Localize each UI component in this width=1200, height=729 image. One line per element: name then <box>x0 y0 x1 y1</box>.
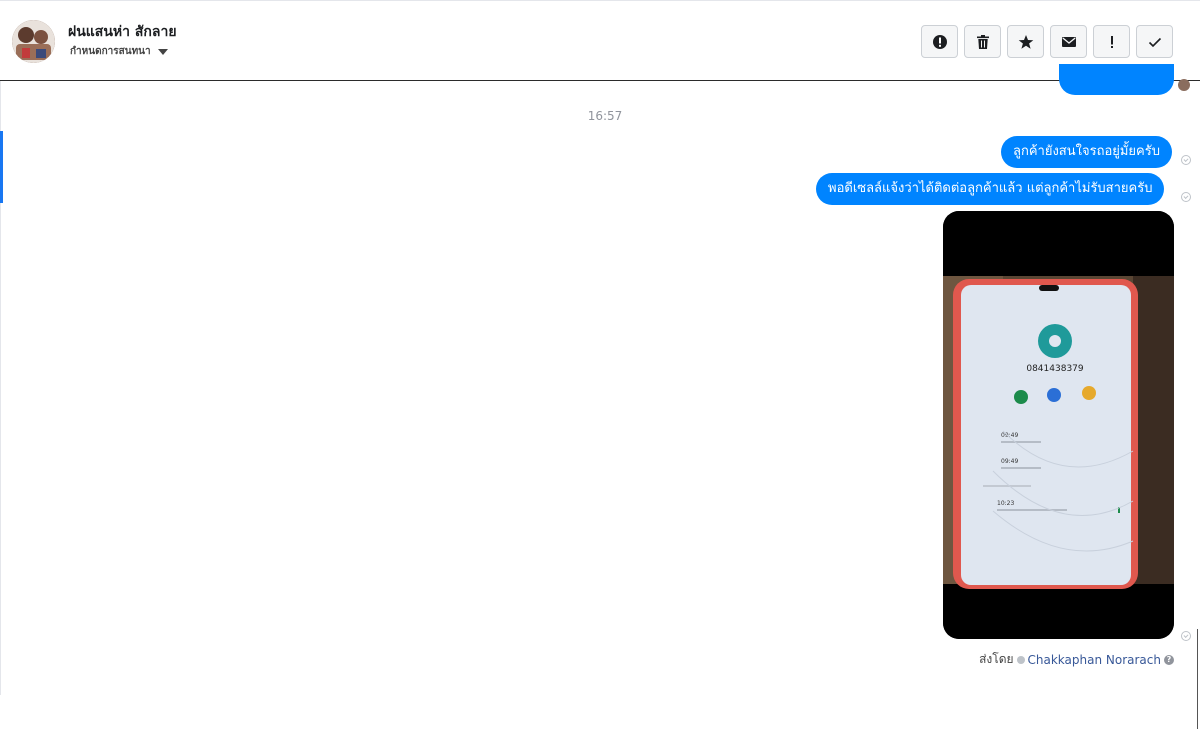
star-icon <box>1018 34 1033 49</box>
contact-avatar[interactable] <box>12 20 55 63</box>
follow-up-button[interactable] <box>1093 25 1130 58</box>
delivered-check-icon <box>1181 631 1191 641</box>
envelope-icon <box>1061 36 1076 47</box>
assign-label: กำหนดการสนทนา <box>70 46 151 57</box>
seen-avatar <box>1178 79 1190 91</box>
assign-conversation-dropdown[interactable]: กำหนดการสนทนา <box>70 44 168 59</box>
contact-name[interactable]: ฝนแสนห่า สักลาย <box>68 21 177 43</box>
delivered-check-icon <box>1181 155 1191 165</box>
mark-unread-button[interactable] <box>1050 25 1087 58</box>
photo-attachment[interactable]: 0841438379 09:49 09:49 10:23 <box>943 211 1174 639</box>
trash-icon <box>976 34 989 49</box>
delete-button[interactable] <box>964 25 1001 58</box>
star-button[interactable] <box>1007 25 1044 58</box>
check-icon <box>1148 37 1161 47</box>
message-bubble: พอดีเซลล์แจ้งว่าได้ติดต่อลูกค้าแล้ว แต่ล… <box>816 173 1165 205</box>
message-timestamp: 16:57 <box>587 109 623 123</box>
sender-name-link[interactable]: Chakkaphan Norarach <box>1028 653 1161 667</box>
active-accent-bar <box>0 131 3 203</box>
exclamation-icon <box>1110 35 1113 48</box>
sent-by-line: ส่งโดย Chakkaphan Norarach ? <box>979 650 1174 669</box>
spam-button[interactable] <box>921 25 958 58</box>
sent-by-label: ส่งโดย <box>979 652 1014 666</box>
scrollbar[interactable] <box>1196 81 1200 729</box>
alert-circle-icon <box>932 34 947 49</box>
photo-call-time: 09:49 <box>1001 458 1018 465</box>
photo-phone-number: 0841438379 <box>1026 364 1084 374</box>
previous-message-bubble <box>1059 64 1174 95</box>
help-icon[interactable]: ? <box>1164 654 1174 665</box>
scrollbar-thumb[interactable] <box>1197 629 1198 729</box>
photo-call-time: 10:23 <box>997 500 1014 507</box>
message-bubble: ลูกค้ายังสนใจรถอยู่มั้ยครับ <box>1001 136 1172 168</box>
verified-icon <box>1016 655 1025 664</box>
toolbar <box>921 25 1173 58</box>
caret-down-icon <box>157 48 168 55</box>
done-button[interactable] <box>1136 25 1173 58</box>
conversation-header: ฝนแสนห่า สักลาย กำหนดการสนทนา <box>0 0 1200 81</box>
delivered-check-icon <box>1181 192 1191 202</box>
